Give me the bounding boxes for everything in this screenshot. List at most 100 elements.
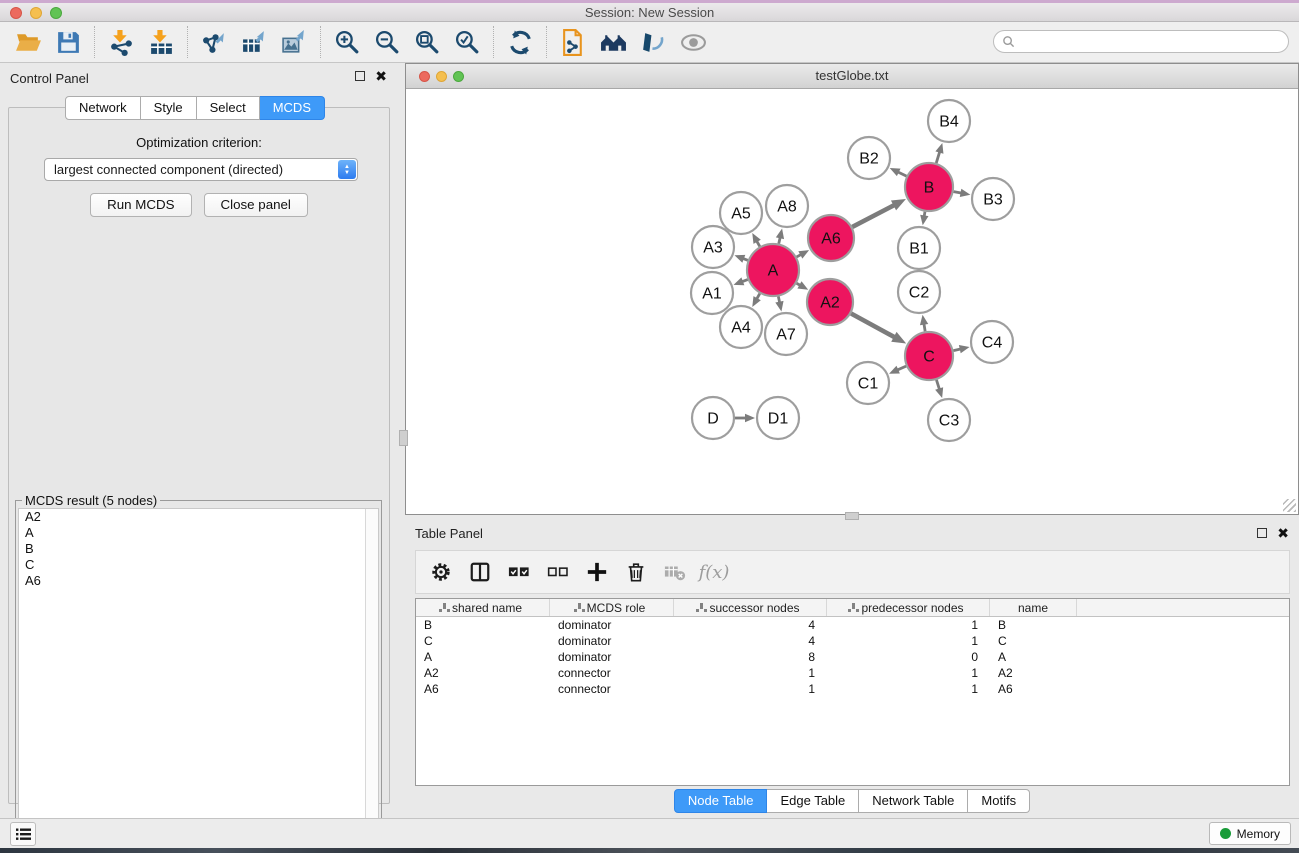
save-session-icon[interactable] <box>48 25 88 59</box>
birdseye-icon[interactable] <box>673 25 713 59</box>
window-title: Session: New Session <box>0 5 1299 20</box>
table-cell[interactable]: A2 <box>416 665 550 681</box>
export-table-icon[interactable] <box>234 25 274 59</box>
deselect-all-icon[interactable] <box>543 557 573 587</box>
graphics-details-icon[interactable] <box>633 25 673 59</box>
tab-network-table[interactable]: Network Table <box>859 789 968 813</box>
table-cell[interactable]: C <box>416 633 550 649</box>
optimization-criterion-label: Optimization criterion: <box>9 135 389 150</box>
network-file-icon[interactable] <box>553 25 593 59</box>
export-network-icon[interactable] <box>194 25 234 59</box>
import-network-icon[interactable] <box>101 25 141 59</box>
table-cell[interactable]: 1 <box>827 633 990 649</box>
graph-node-label: D1 <box>768 411 789 428</box>
zoom-fit-icon[interactable] <box>407 25 447 59</box>
table-cell[interactable]: A6 <box>990 681 1077 697</box>
home-icon[interactable] <box>593 25 633 59</box>
graph-edge-arrowhead <box>959 345 970 353</box>
divider-handle[interactable] <box>845 512 859 520</box>
export-image-icon[interactable] <box>274 25 314 59</box>
table-panel-title: Table Panel <box>415 526 483 541</box>
zoom-selected-icon[interactable] <box>447 25 487 59</box>
scrollbar[interactable] <box>365 509 378 836</box>
graph-node-label: B2 <box>859 151 879 168</box>
tab-select[interactable]: Select <box>197 96 260 120</box>
divider-handle[interactable] <box>399 430 408 446</box>
gear-icon[interactable] <box>426 557 456 587</box>
run-mcds-button[interactable]: Run MCDS <box>90 193 191 217</box>
column-header-shared-name[interactable]: shared name <box>416 599 550 616</box>
open-session-icon[interactable] <box>8 25 48 59</box>
search-input[interactable] <box>993 30 1289 53</box>
graph-node-label: A8 <box>777 199 797 216</box>
zoom-in-icon[interactable] <box>327 25 367 59</box>
table-cell[interactable]: 1 <box>827 665 990 681</box>
memory-button[interactable]: Memory <box>1209 822 1291 845</box>
table-cell[interactable]: B <box>990 617 1077 633</box>
network-window-titlebar[interactable]: testGlobe.txt <box>406 64 1298 89</box>
tab-node-table[interactable]: Node Table <box>674 789 768 813</box>
close-panel-icon[interactable]: ✖ <box>375 71 387 81</box>
tab-network[interactable]: Network <box>65 96 141 120</box>
float-panel-icon[interactable] <box>355 71 365 81</box>
table-toolbar: f(x) <box>415 550 1290 594</box>
add-column-icon[interactable] <box>582 557 612 587</box>
mcds-result-item[interactable]: A2 <box>19 509 378 525</box>
table-cell[interactable]: A2 <box>990 665 1077 681</box>
resize-grip-icon[interactable] <box>1283 499 1296 512</box>
table-cell[interactable]: 4 <box>674 633 827 649</box>
graph-edge[interactable] <box>852 205 895 227</box>
table-row[interactable]: Adominator80A <box>416 649 1289 665</box>
select-all-icon[interactable] <box>504 557 534 587</box>
mcds-result-item[interactable]: A6 <box>19 573 378 589</box>
table-cell[interactable]: A <box>416 649 550 665</box>
table-cell[interactable]: 1 <box>674 665 827 681</box>
table-row[interactable]: Bdominator41B <box>416 617 1289 633</box>
refresh-layout-icon[interactable] <box>500 25 540 59</box>
tab-mcds[interactable]: MCDS <box>260 96 325 120</box>
table-cell[interactable]: dominator <box>550 649 674 665</box>
table-cell[interactable]: C <box>990 633 1077 649</box>
column-header-mcds-role[interactable]: MCDS role <box>550 599 674 616</box>
table-cell[interactable]: dominator <box>550 617 674 633</box>
table-row[interactable]: Cdominator41C <box>416 633 1289 649</box>
task-history-button[interactable] <box>10 822 36 846</box>
table-row[interactable]: A6connector11A6 <box>416 681 1289 697</box>
close-panel-icon[interactable]: ✖ <box>1277 528 1289 538</box>
mcds-result-item[interactable]: B <box>19 541 378 557</box>
table-cell[interactable]: connector <box>550 665 674 681</box>
tab-edge-table[interactable]: Edge Table <box>767 789 859 813</box>
close-panel-button[interactable]: Close panel <box>204 193 308 217</box>
import-table-icon[interactable] <box>141 25 181 59</box>
mcds-result-item[interactable]: C <box>19 557 378 573</box>
table-row[interactable]: A2connector11A2 <box>416 665 1289 681</box>
graph-edge[interactable] <box>851 313 896 337</box>
network-window-title: testGlobe.txt <box>406 68 1298 83</box>
table-cell[interactable]: 1 <box>674 681 827 697</box>
network-canvas[interactable]: AA1A2A3A4A5A6A7A8BB1B2B3B4CC1C2C3C4DD1 <box>407 89 1297 513</box>
column-header-successor-nodes[interactable]: successor nodes <box>674 599 827 616</box>
float-panel-icon[interactable] <box>1257 528 1267 538</box>
column-header-name[interactable]: name <box>990 599 1077 616</box>
tab-style[interactable]: Style <box>141 96 197 120</box>
table-cell[interactable]: 1 <box>827 617 990 633</box>
columns-icon[interactable] <box>465 557 495 587</box>
table-cell[interactable]: A <box>990 649 1077 665</box>
table-cell[interactable]: 1 <box>827 681 990 697</box>
table-cell[interactable]: dominator <box>550 633 674 649</box>
graph-edge-arrowhead <box>891 199 906 210</box>
table-cell[interactable]: A6 <box>416 681 550 697</box>
table-cell[interactable]: B <box>416 617 550 633</box>
zoom-out-icon[interactable] <box>367 25 407 59</box>
table-cell[interactable]: 4 <box>674 617 827 633</box>
table-cell[interactable]: 8 <box>674 649 827 665</box>
mcds-result-list[interactable]: A2ABCA6 <box>18 508 379 837</box>
graph-edge-arrowhead <box>935 143 943 154</box>
table-cell[interactable]: connector <box>550 681 674 697</box>
mcds-result-item[interactable]: A <box>19 525 378 541</box>
tab-motifs[interactable]: Motifs <box>968 789 1030 813</box>
column-header-predecessor-nodes[interactable]: predecessor nodes <box>827 599 990 616</box>
criterion-dropdown[interactable]: largest connected component (directed) ▲… <box>44 158 358 181</box>
table-cell[interactable]: 0 <box>827 649 990 665</box>
delete-icon[interactable] <box>621 557 651 587</box>
